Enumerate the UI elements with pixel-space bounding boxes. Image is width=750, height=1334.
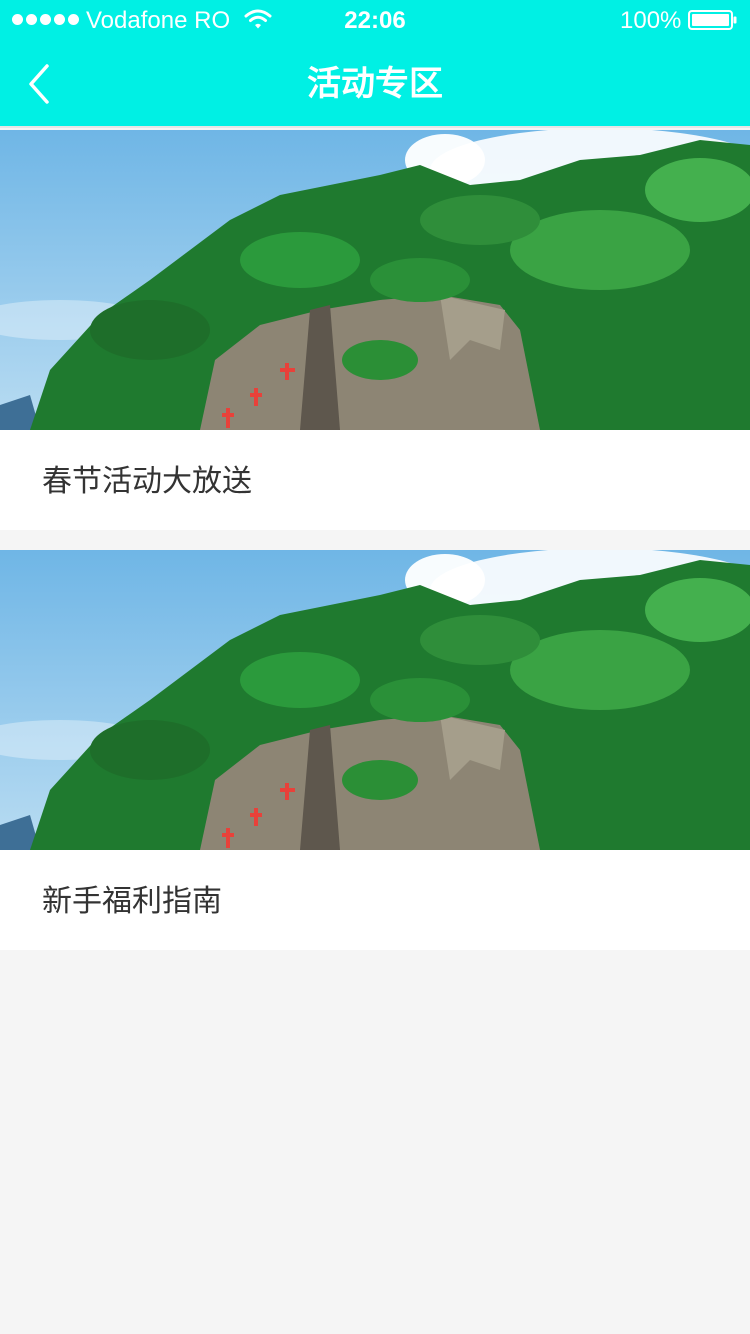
- battery-percentage: 100%: [620, 7, 682, 34]
- activity-banner-image: [0, 130, 750, 430]
- status-bar: Vodafone RO 22:06 100%: [0, 0, 750, 40]
- activity-title: 春节活动大放送: [42, 464, 252, 499]
- back-button[interactable]: [14, 56, 64, 112]
- chevron-left-icon: [29, 64, 49, 104]
- activity-card[interactable]: 新手福利指南: [0, 550, 750, 950]
- activity-banner-image: [0, 550, 750, 850]
- battery-icon: [688, 10, 737, 30]
- page-title: 活动专区: [307, 64, 443, 104]
- activity-title: 新手福利指南: [42, 884, 222, 919]
- navigation-bar: 活动专区: [0, 40, 750, 128]
- activity-card[interactable]: 春节活动大放送: [0, 130, 750, 530]
